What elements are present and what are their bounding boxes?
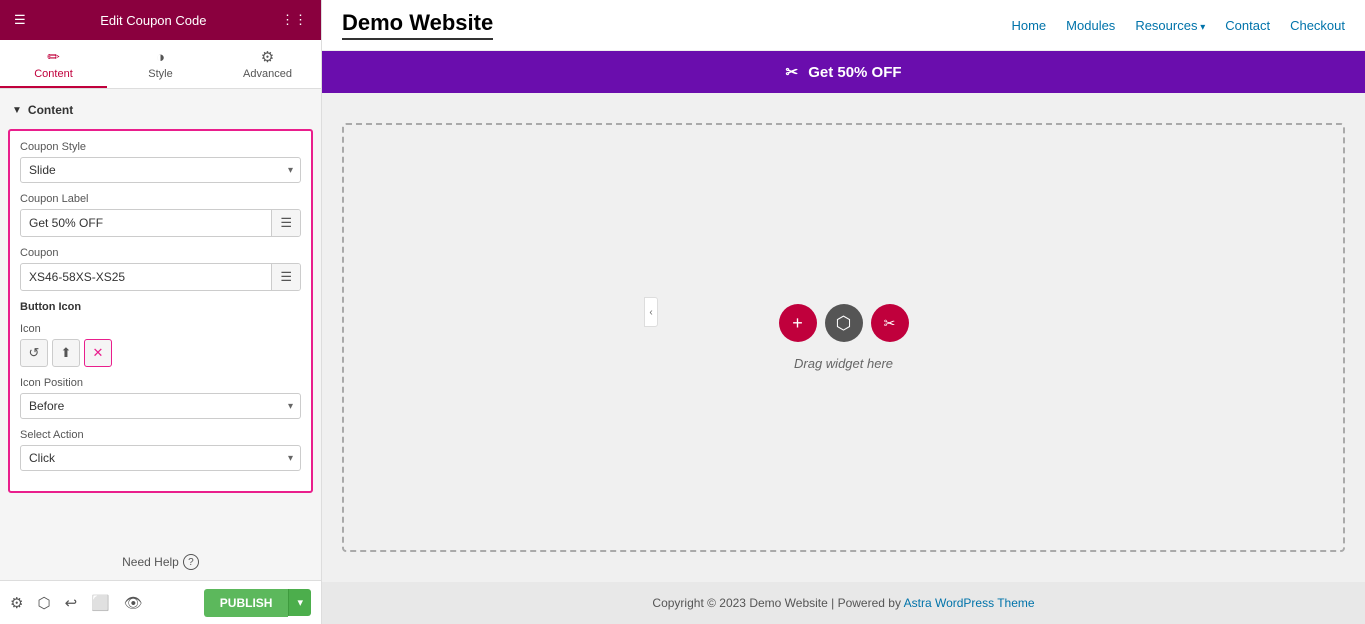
folder-button[interactable]: ⬡ bbox=[825, 304, 863, 342]
tab-advanced[interactable]: ⚙ Advanced bbox=[214, 40, 321, 88]
right-wrapper: ‹ Demo Website Home Modules Resources Co… bbox=[322, 0, 1365, 624]
coupon-style-field: Coupon Style Slide Flat Minimal ▾ bbox=[20, 141, 301, 183]
layers-icon[interactable]: ⬡ bbox=[37, 594, 50, 612]
toolbar-icons: ⚙ ⬡ ↩ ⬜ 👁 bbox=[10, 594, 143, 612]
icon-delete-btn[interactable]: ✕ bbox=[84, 339, 112, 367]
section-label: Content bbox=[28, 103, 73, 117]
coupon-widget-button[interactable]: ✂ bbox=[871, 304, 909, 342]
site-title: Demo Website bbox=[342, 10, 493, 40]
tab-style[interactable]: ◑ Style bbox=[107, 40, 214, 88]
tab-content[interactable]: ✏ Content bbox=[0, 40, 107, 88]
content-box: Coupon Style Slide Flat Minimal ▾ Coupon… bbox=[8, 129, 313, 493]
drag-widget-text: Drag widget here bbox=[794, 356, 893, 371]
section-chevron-icon: ▼ bbox=[12, 105, 22, 116]
nav-links: Home Modules Resources Contact Checkout bbox=[1011, 18, 1345, 33]
help-circle-icon[interactable]: ? bbox=[183, 554, 199, 570]
main-content: + ⬡ ✂ Drag widget here bbox=[322, 93, 1365, 582]
add-widget-button[interactable]: + bbox=[779, 304, 817, 342]
footer-link[interactable]: Astra WordPress Theme bbox=[904, 596, 1035, 610]
coupon-banner: ✂ Get 50% OFF bbox=[322, 51, 1365, 93]
coupon-label-field: Coupon Label ☰ bbox=[20, 193, 301, 237]
icon-position-label: Icon Position bbox=[20, 377, 301, 389]
icon-buttons-row: ↺ ⬆ ✕ bbox=[20, 339, 301, 367]
icon-upload-btn[interactable]: ⬆ bbox=[52, 339, 80, 367]
history-icon[interactable]: ↩ bbox=[65, 594, 78, 612]
coupon-label-input[interactable] bbox=[21, 211, 271, 235]
icon-label: Icon bbox=[20, 323, 301, 335]
nav-home[interactable]: Home bbox=[1011, 18, 1046, 33]
responsive-icon[interactable]: ⬜ bbox=[91, 594, 110, 612]
coupon-style-label: Coupon Style bbox=[20, 141, 301, 153]
advanced-tab-icon: ⚙ bbox=[261, 48, 274, 66]
coupon-label-label: Coupon Label bbox=[20, 193, 301, 205]
nav-resources[interactable]: Resources bbox=[1135, 18, 1205, 33]
preview-icon[interactable]: 👁 bbox=[124, 594, 143, 612]
left-panel: ☰ Edit Coupon Code ⋮⋮ ✏ Content ◑ Style … bbox=[0, 0, 322, 624]
coupon-style-select-wrapper: Slide Flat Minimal ▾ bbox=[20, 157, 301, 183]
content-tab-label: Content bbox=[34, 68, 73, 80]
panel-header: ☰ Edit Coupon Code ⋮⋮ bbox=[0, 0, 321, 40]
icon-position-select[interactable]: Before After bbox=[20, 393, 301, 419]
nav-modules[interactable]: Modules bbox=[1066, 18, 1115, 33]
site-footer: Copyright © 2023 Demo Website | Powered … bbox=[322, 582, 1365, 624]
coupon-label-input-wrapper: ☰ bbox=[20, 209, 301, 237]
publish-button[interactable]: PUBLISH bbox=[204, 589, 289, 617]
need-help-text: Need Help bbox=[122, 555, 179, 569]
need-help-section: Need Help ? bbox=[0, 544, 321, 580]
bottom-toolbar: ⚙ ⬡ ↩ ⬜ 👁 PUBLISH ▾ bbox=[0, 580, 321, 624]
menu-icon[interactable]: ☰ bbox=[14, 12, 26, 28]
apps-icon[interactable]: ⋮⋮ bbox=[281, 12, 307, 28]
coupon-code-field: Coupon ☰ bbox=[20, 247, 301, 291]
button-icon-field: Button Icon bbox=[20, 301, 301, 313]
select-action-label: Select Action bbox=[20, 429, 301, 441]
panel-body: ▼ Content Coupon Style Slide Flat Minima… bbox=[0, 89, 321, 544]
drag-widget-area[interactable]: + ⬡ ✂ Drag widget here bbox=[342, 123, 1345, 552]
coupon-label-menu-icon[interactable]: ☰ bbox=[271, 210, 300, 236]
coupon-code-menu-icon[interactable]: ☰ bbox=[271, 264, 300, 290]
nav-contact[interactable]: Contact bbox=[1225, 18, 1270, 33]
icon-field: Icon ↺ ⬆ ✕ bbox=[20, 323, 301, 367]
right-panel: Demo Website Home Modules Resources Cont… bbox=[322, 0, 1365, 624]
button-icon-label: Button Icon bbox=[20, 301, 301, 313]
panel-tabs: ✏ Content ◑ Style ⚙ Advanced bbox=[0, 40, 321, 89]
drag-action-buttons: + ⬡ ✂ bbox=[779, 304, 909, 342]
coupon-code-input-wrapper: ☰ bbox=[20, 263, 301, 291]
select-action-field: Select Action Click Hover ▾ bbox=[20, 429, 301, 471]
panel-title: Edit Coupon Code bbox=[100, 13, 206, 28]
settings-icon[interactable]: ⚙ bbox=[10, 594, 23, 612]
coupon-code-label: Coupon bbox=[20, 247, 301, 259]
site-navigation: Demo Website Home Modules Resources Cont… bbox=[322, 0, 1365, 51]
content-tab-icon: ✏ bbox=[47, 48, 60, 66]
coupon-style-select[interactable]: Slide Flat Minimal bbox=[20, 157, 301, 183]
icon-position-select-wrapper: Before After ▾ bbox=[20, 393, 301, 419]
coupon-code-input[interactable] bbox=[21, 265, 271, 289]
coupon-banner-text: Get 50% OFF bbox=[808, 64, 901, 81]
publish-group: PUBLISH ▾ bbox=[204, 589, 311, 617]
footer-text: Copyright © 2023 Demo Website | Powered … bbox=[652, 596, 903, 610]
style-tab-icon: ◑ bbox=[156, 49, 165, 66]
nav-checkout[interactable]: Checkout bbox=[1290, 18, 1345, 33]
select-action-select-wrapper: Click Hover ▾ bbox=[20, 445, 301, 471]
icon-position-field: Icon Position Before After ▾ bbox=[20, 377, 301, 419]
icon-select-btn[interactable]: ↺ bbox=[20, 339, 48, 367]
publish-arrow-button[interactable]: ▾ bbox=[288, 589, 311, 616]
advanced-tab-label: Advanced bbox=[243, 68, 292, 80]
content-section-header[interactable]: ▼ Content bbox=[0, 97, 321, 123]
style-tab-label: Style bbox=[148, 68, 172, 80]
coupon-scissors-icon: ✂ bbox=[785, 64, 798, 81]
sidebar-toggle-button[interactable]: ‹ bbox=[644, 297, 658, 327]
select-action-select[interactable]: Click Hover bbox=[20, 445, 301, 471]
